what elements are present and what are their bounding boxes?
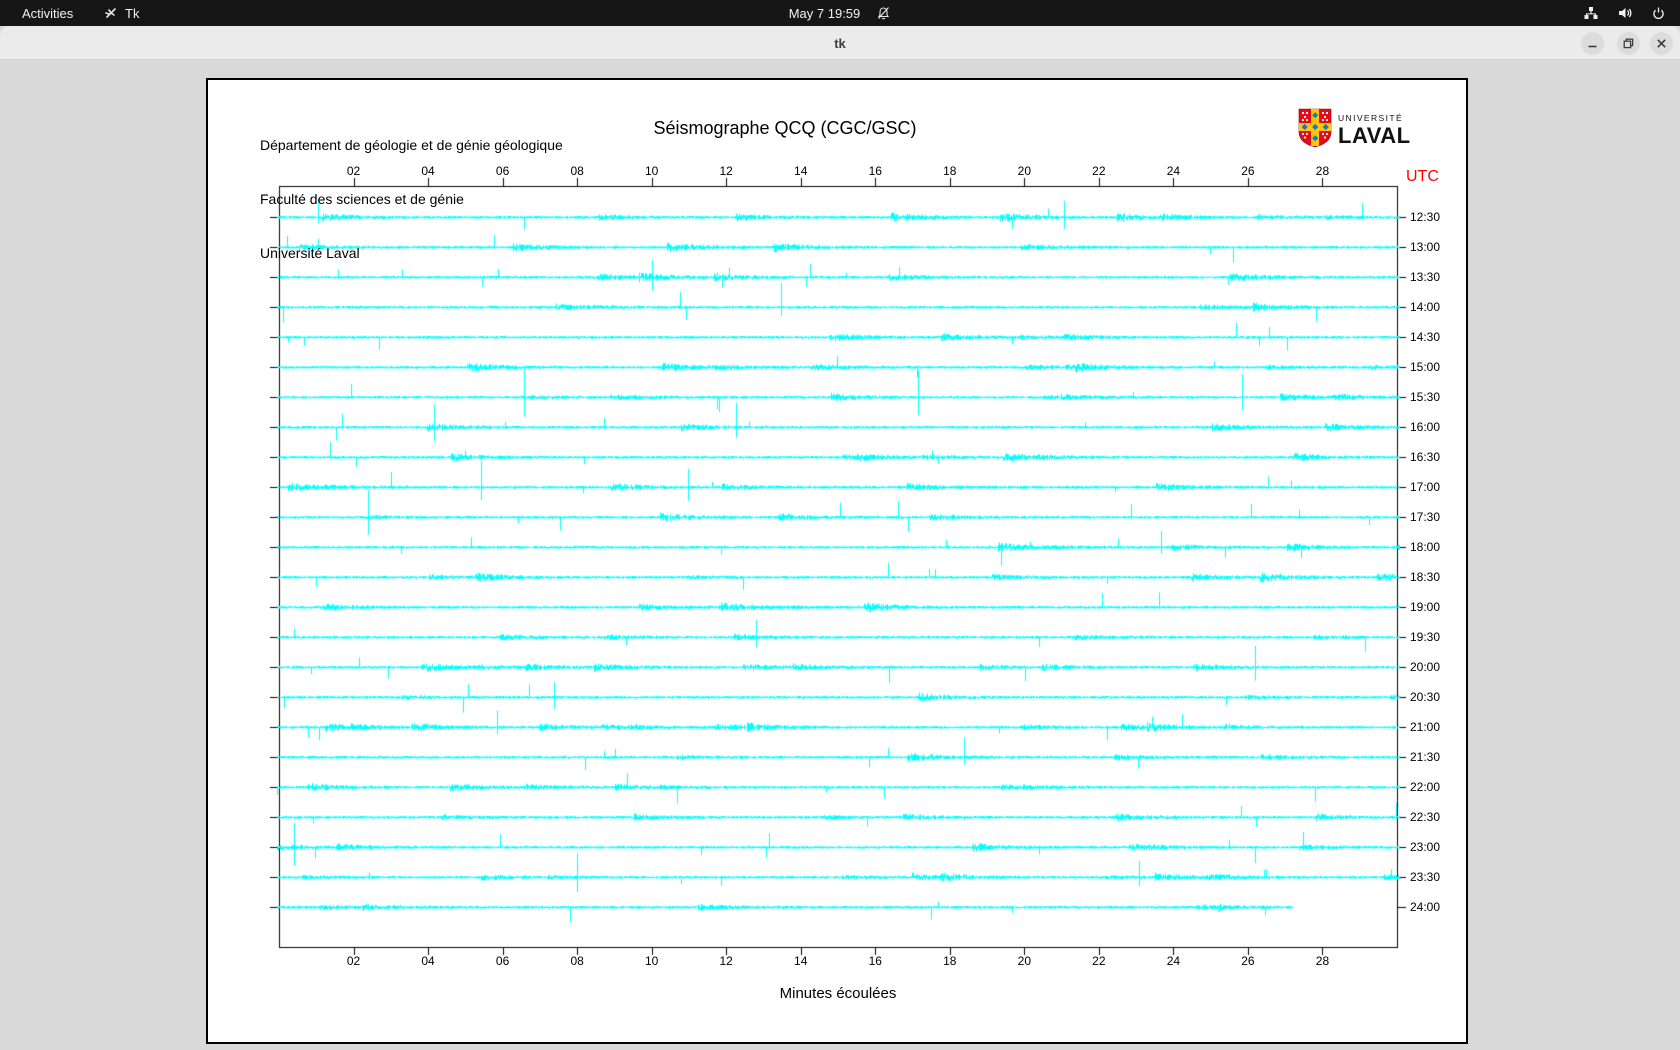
- clock-area[interactable]: May 7 19:59: [0, 0, 1680, 26]
- x-tick-bottom-06: 06: [495, 954, 510, 968]
- universite-laval-logo: UNIVERSITÉ LAVAL: [1298, 108, 1411, 153]
- laval-crest-icon: [1298, 108, 1332, 153]
- volume-icon: [1617, 5, 1633, 21]
- x-tick-bottom-28: 28: [1315, 954, 1330, 968]
- x-tick-bottom-14: 14: [794, 954, 808, 968]
- x-tick-bottom-04: 04: [421, 954, 435, 968]
- utc-label-17:30: 17:30: [1410, 510, 1441, 524]
- seismograph-canvas: Département de géologie et de génie géol…: [206, 78, 1468, 1044]
- network-wired-icon: [1583, 5, 1599, 21]
- window-titlebar[interactable]: tk: [0, 26, 1680, 60]
- x-tick-bottom-12: 12: [719, 954, 733, 968]
- utc-label-13:30: 13:30: [1410, 270, 1441, 284]
- utc-label-20:00: 20:00: [1410, 660, 1441, 674]
- utc-label-16:30: 16:30: [1410, 450, 1441, 464]
- x-tick-top-06: 06: [495, 164, 510, 178]
- utc-label-13:00: 13:00: [1410, 240, 1441, 254]
- logo-text-universite: UNIVERSITÉ: [1338, 113, 1404, 124]
- x-tick-top-24: 24: [1166, 164, 1181, 178]
- x-tick-top-18: 18: [943, 164, 957, 178]
- department-header: Département de géologie et de génie géol…: [260, 100, 563, 298]
- x-tick-top-14: 14: [794, 164, 808, 178]
- close-button[interactable]: [1650, 32, 1673, 55]
- utc-label-20:30: 20:30: [1410, 690, 1441, 704]
- utc-label-18:30: 18:30: [1410, 570, 1441, 584]
- header-line-3: Université Laval: [260, 245, 360, 261]
- system-status-area[interactable]: [1583, 0, 1666, 26]
- x-tick-top-04: 04: [421, 164, 435, 178]
- utc-label-22:30: 22:30: [1410, 810, 1441, 824]
- gnome-top-bar: Activities Tk May 7 19:59: [0, 0, 1680, 26]
- window-title: tk: [834, 35, 846, 51]
- tk-window-body: Département de géologie et de génie géol…: [0, 60, 1680, 1050]
- x-tick-top-08: 08: [570, 164, 584, 178]
- x-tick-bottom-02: 02: [346, 954, 361, 968]
- utc-label-21:30: 21:30: [1410, 750, 1441, 764]
- x-tick-bottom-26: 26: [1241, 954, 1255, 968]
- x-tick-top-16: 16: [868, 164, 882, 178]
- minimize-button[interactable]: [1581, 32, 1604, 55]
- plot-title: Séismographe QCQ (CGC/GSC): [653, 118, 917, 138]
- maximize-button[interactable]: [1617, 32, 1640, 55]
- utc-label-15:30: 15:30: [1410, 390, 1441, 404]
- x-tick-top-22: 22: [1092, 164, 1106, 178]
- utc-label-19:30: 19:30: [1410, 630, 1441, 644]
- x-tick-top-20: 20: [1017, 164, 1032, 178]
- utc-label-23:00: 23:00: [1410, 840, 1441, 854]
- utc-label-12:30: 12:30: [1410, 210, 1441, 224]
- x-tick-bottom-08: 08: [570, 954, 584, 968]
- utc-label-14:00: 14:00: [1410, 300, 1441, 314]
- clock-label: May 7 19:59: [788, 5, 861, 21]
- utc-label-23:30: 23:30: [1410, 870, 1441, 884]
- x-tick-top-02: 02: [346, 164, 361, 178]
- notifications-muted-bell-icon: [876, 6, 891, 21]
- x-axis-label: Minutes écoulées: [779, 985, 897, 1002]
- x-tick-bottom-24: 24: [1166, 954, 1181, 968]
- utc-label-14:30: 14:30: [1410, 330, 1441, 344]
- laval-wordmark: UNIVERSITÉ LAVAL: [1338, 114, 1411, 147]
- x-tick-bottom-22: 22: [1092, 954, 1106, 968]
- logo-text-laval: LAVAL: [1338, 122, 1411, 148]
- x-tick-bottom-20: 20: [1017, 954, 1032, 968]
- power-icon: [1651, 6, 1666, 21]
- header-line-2: Faculté des sciences et de génie: [260, 191, 464, 207]
- header-line-1: Département de géologie et de génie géol…: [260, 137, 563, 153]
- utc-label-17:00: 17:00: [1410, 480, 1441, 494]
- x-tick-bottom-18: 18: [943, 954, 957, 968]
- utc-label-18:00: 18:00: [1410, 540, 1441, 554]
- utc-label-24:00: 24:00: [1410, 900, 1441, 914]
- utc-label-21:00: 21:00: [1410, 720, 1441, 734]
- x-tick-bottom-16: 16: [868, 954, 882, 968]
- utc-label-22:00: 22:00: [1410, 780, 1441, 794]
- utc-label-19:00: 19:00: [1410, 600, 1441, 614]
- x-tick-top-26: 26: [1241, 164, 1255, 178]
- x-tick-top-12: 12: [719, 164, 733, 178]
- x-tick-top-28: 28: [1315, 164, 1330, 178]
- utc-label-15:00: 15:00: [1410, 360, 1441, 374]
- x-tick-top-10: 10: [644, 164, 659, 178]
- utc-label-16:00: 16:00: [1410, 420, 1441, 434]
- utc-axis-label: UTC: [1406, 168, 1439, 185]
- x-tick-bottom-10: 10: [644, 954, 659, 968]
